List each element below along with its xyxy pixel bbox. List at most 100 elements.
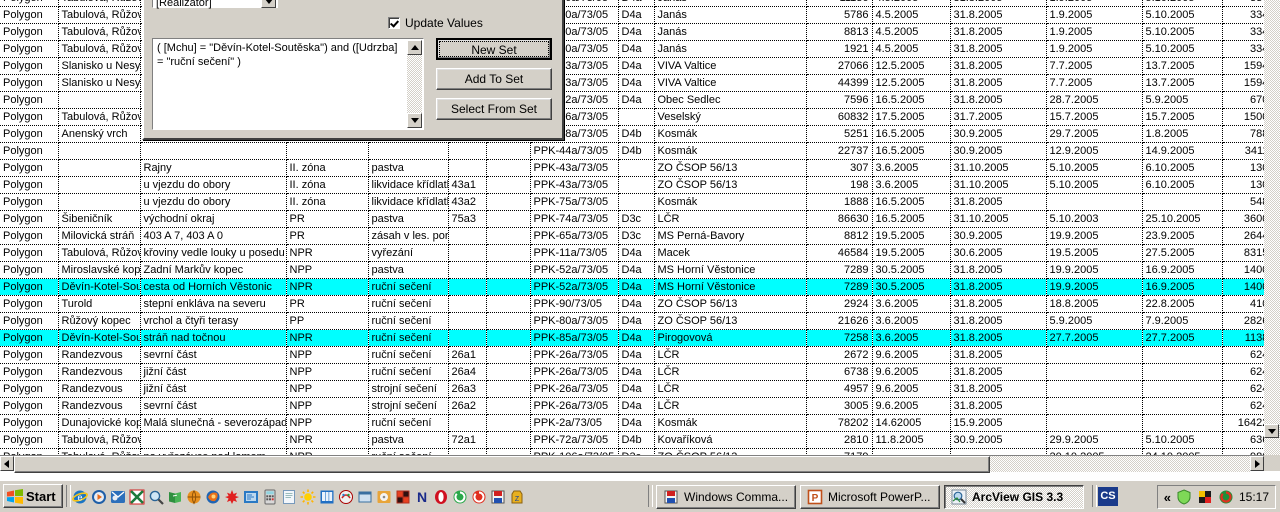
- table-cell[interactable]: [1142, 380, 1223, 398]
- table-cell[interactable]: Kovaříková: [654, 431, 807, 449]
- table-cell[interactable]: 31.8.2005: [950, 6, 1047, 24]
- table-cell[interactable]: [448, 244, 487, 262]
- table-cell[interactable]: 31.8.2005: [950, 261, 1047, 279]
- table-cell[interactable]: 4.5.2005: [872, 23, 951, 41]
- table-cell[interactable]: Macek: [654, 244, 807, 262]
- table-cell[interactable]: D4a: [618, 261, 655, 279]
- book-icon[interactable]: [167, 489, 183, 505]
- table-cell[interactable]: vrchol a čtyři terasy: [140, 312, 287, 330]
- table-cell[interactable]: PPK-44a/73/05: [530, 142, 619, 160]
- table-cell[interactable]: NPR: [286, 431, 369, 449]
- table-cell[interactable]: 5.9.2005: [1142, 91, 1223, 109]
- table-cell[interactable]: 27.5.2005: [1142, 244, 1223, 262]
- table-cell[interactable]: východní okraj: [140, 210, 287, 228]
- table-cell[interactable]: 2672: [806, 346, 873, 364]
- table-cell[interactable]: PPK-26a/73/05: [530, 363, 619, 381]
- table-cell[interactable]: Slanisko u Nesytu: [58, 57, 141, 75]
- spiral-red-icon[interactable]: [471, 489, 487, 505]
- table-cell[interactable]: Polygon: [0, 40, 59, 58]
- table-cell[interactable]: PPK-75a/73/05: [530, 193, 619, 211]
- table-cell[interactable]: křoviny vedle louky u posedu: [140, 244, 287, 262]
- table-cell[interactable]: 21626: [806, 312, 873, 330]
- table-row[interactable]: Polygon Turold stepní enkláva na severu PR r…: [0, 295, 1280, 313]
- table-cell[interactable]: [448, 261, 487, 279]
- table-cell[interactable]: [486, 142, 531, 160]
- table-cell[interactable]: 13.7.2005: [1142, 57, 1223, 75]
- table-cell[interactable]: NPP: [286, 346, 369, 364]
- tray-expand-button[interactable]: «: [1164, 490, 1171, 505]
- update-values-checkbox[interactable]: [388, 17, 400, 29]
- table-cell[interactable]: [618, 159, 655, 177]
- table-cell[interactable]: 7289: [806, 261, 873, 279]
- table-cell[interactable]: [140, 431, 287, 449]
- table-cell[interactable]: PPK-43a/73/05: [530, 159, 619, 177]
- table-cell[interactable]: 9.6.2005: [872, 346, 951, 364]
- table-cell[interactable]: [486, 431, 531, 449]
- table-cell[interactable]: Randezvous: [58, 380, 141, 398]
- table-cell[interactable]: [286, 142, 369, 160]
- table-cell[interactable]: NPP: [286, 261, 369, 279]
- table-cell[interactable]: pastva: [368, 159, 449, 177]
- table-cell[interactable]: 18.8.2005: [1046, 295, 1143, 313]
- table-cell[interactable]: 31.8.2005: [950, 346, 1047, 364]
- table-cell[interactable]: [1046, 363, 1143, 381]
- table-cell[interactable]: zásah v les. porostu: [368, 227, 449, 245]
- table-cell[interactable]: ruční sečení: [368, 312, 449, 330]
- table-cell[interactable]: 9.6.2005: [872, 363, 951, 381]
- table-cell[interactable]: 403 A 7, 403 A 0: [140, 227, 287, 245]
- table-cell[interactable]: D4a: [618, 91, 655, 109]
- table-cell[interactable]: Miroslavské kopce: [58, 261, 141, 279]
- table-cell[interactable]: 29.7.2005: [1046, 125, 1143, 143]
- table-cell[interactable]: Polygon: [0, 329, 59, 347]
- table-cell[interactable]: 46584: [806, 244, 873, 262]
- table-row[interactable]: Polygon u vjezdu do obory II. zóna likvidac…: [0, 176, 1280, 194]
- table-cell[interactable]: [448, 278, 487, 296]
- table-cell[interactable]: ZO ČSOP 56/13: [654, 312, 807, 330]
- table-cell[interactable]: [486, 227, 531, 245]
- table-cell[interactable]: Randezvous: [58, 363, 141, 381]
- letter-n-icon[interactable]: N: [414, 489, 430, 505]
- table-cell[interactable]: [1046, 346, 1143, 364]
- table-cell[interactable]: 23.9.2005: [1142, 227, 1223, 245]
- table-cell[interactable]: [58, 159, 141, 177]
- table-cell[interactable]: Janás: [654, 23, 807, 41]
- table-cell[interactable]: 6738: [806, 363, 873, 381]
- table-cell[interactable]: D4a: [618, 380, 655, 398]
- table-cell[interactable]: PPK-11a/73/05: [530, 244, 619, 262]
- table-row[interactable]: Polygon u vjezdu do obory II. zóna likvidac…: [0, 193, 1280, 211]
- table-cell[interactable]: PP: [286, 312, 369, 330]
- field-list[interactable]: [Zdroj] [Realizator]: [152, 0, 278, 9]
- table-cell[interactable]: u vjezdu do obory: [140, 193, 287, 211]
- table-cell[interactable]: D4a: [618, 295, 655, 313]
- table-cell[interactable]: MS Perná-Bavory: [654, 227, 807, 245]
- table-cell[interactable]: [448, 142, 487, 160]
- table-row[interactable]: Polygon Randezvous sevrní část NPP strojní s…: [0, 397, 1280, 415]
- table-cell[interactable]: [448, 312, 487, 330]
- table-cell[interactable]: 9.6.2005: [872, 397, 951, 415]
- table-vertical-scrollbar[interactable]: [1264, 0, 1280, 471]
- table-cell[interactable]: 31.8.2005: [950, 397, 1047, 415]
- table-cell[interactable]: ruční sečení: [368, 346, 449, 364]
- table-cell[interactable]: 3.6.2005: [872, 159, 951, 177]
- table-cell[interactable]: 31.10.2005: [950, 159, 1047, 177]
- table-cell[interactable]: LČR: [654, 363, 807, 381]
- table-cell[interactable]: Kosmák: [654, 125, 807, 143]
- table-cell[interactable]: PPK-52a/73/05: [530, 261, 619, 279]
- table-cell[interactable]: 26a2: [448, 397, 487, 415]
- table-cell[interactable]: Polygon: [0, 142, 59, 160]
- table-cell[interactable]: Malá slunečná - severozápad: [140, 414, 287, 432]
- table-cell[interactable]: 1888: [806, 193, 873, 211]
- table-cell[interactable]: 27066: [806, 57, 873, 75]
- table-cell[interactable]: 30.9.2005: [950, 227, 1047, 245]
- table-cell[interactable]: 72a1: [448, 431, 487, 449]
- table-cell[interactable]: 31.8.2005: [950, 40, 1047, 58]
- table-cell[interactable]: 5.10.2005: [1142, 431, 1223, 449]
- table-cell[interactable]: D4a: [618, 244, 655, 262]
- table-cell[interactable]: [1046, 397, 1143, 415]
- table-cell[interactable]: II. zóna: [286, 193, 369, 211]
- table-cell[interactable]: [486, 414, 531, 432]
- table-cell[interactable]: [58, 176, 141, 194]
- table-cell[interactable]: 22737: [806, 142, 873, 160]
- table-cell[interactable]: 8813: [806, 23, 873, 41]
- table-cell[interactable]: 307: [806, 159, 873, 177]
